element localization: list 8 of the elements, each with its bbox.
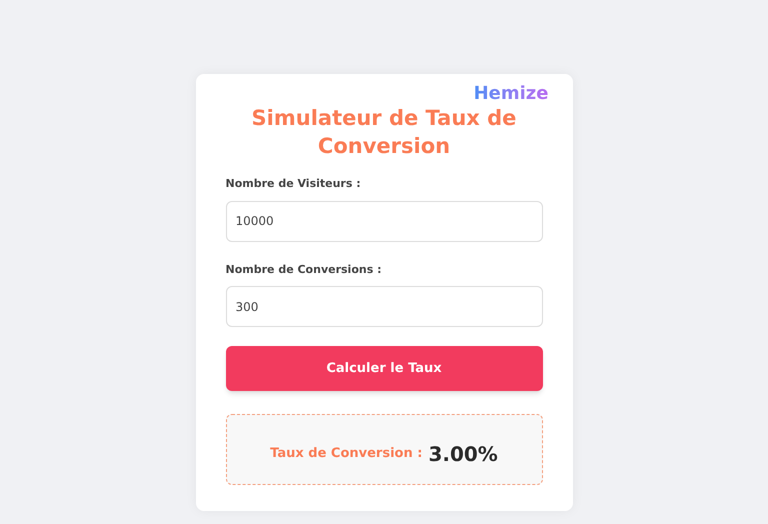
input-field[interactable]: 300 xyxy=(226,286,542,327)
result-value: 3.00% xyxy=(428,440,498,468)
page-title: Simulateur de Taux de Conversion xyxy=(250,105,518,160)
input-field[interactable]: 10000 xyxy=(226,200,542,242)
result-label: Taux de Conversion : xyxy=(270,444,422,463)
field-label: Nombre de Visiteurs : xyxy=(226,176,362,192)
calculate-button[interactable]: Calculer le Taux xyxy=(226,346,542,391)
field-label: Nombre de Conversions : xyxy=(226,262,382,278)
